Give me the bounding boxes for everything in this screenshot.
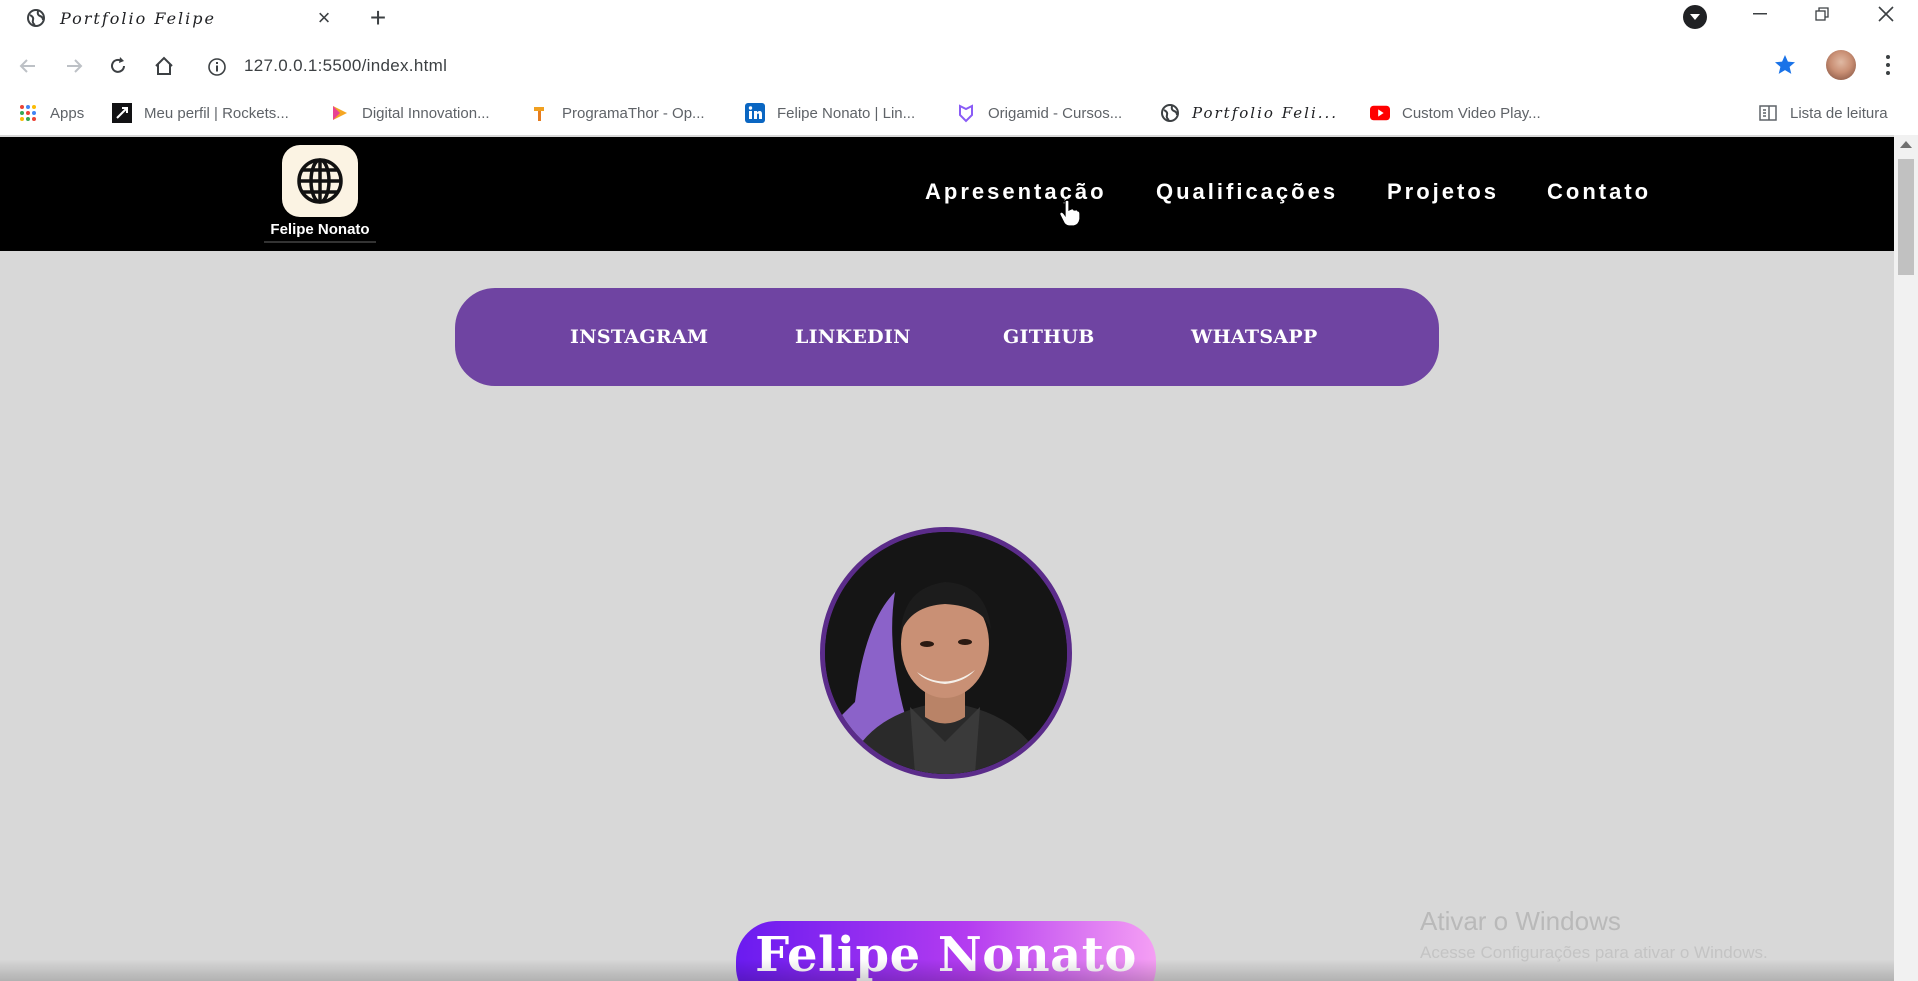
page-scrollbar[interactable]: [1894, 135, 1918, 981]
hammer-icon: [530, 103, 550, 123]
bookmark-linkedin[interactable]: Felipe Nonato | Lin...: [745, 100, 915, 126]
restore-icon[interactable]: [1798, 0, 1846, 28]
logo-underline: [264, 241, 376, 243]
bookmark-portfolio[interactable]: Portfolio Feli...: [1160, 100, 1338, 126]
site-logo[interactable]: [282, 145, 358, 217]
globe-icon: [26, 8, 46, 28]
bookmark-label: Apps: [50, 104, 85, 122]
forward-icon[interactable]: [60, 52, 88, 80]
nav-projetos[interactable]: Projetos: [1387, 179, 1499, 205]
dio-icon: [330, 103, 350, 123]
bottom-shade: [0, 959, 1894, 981]
page-viewport: Felipe Nonato Apresentação Qualificações…: [0, 135, 1918, 981]
bookmark-label: ProgramaThor - Op...: [562, 104, 705, 122]
user-avatar[interactable]: [1826, 50, 1856, 80]
tab-strip: Portfolio Felipe × +: [0, 0, 1918, 36]
origamid-icon: [956, 103, 976, 123]
linkedin-icon: [745, 103, 765, 123]
bookmark-custom-video[interactable]: Custom Video Play...: [1370, 100, 1541, 126]
bookmark-label: Digital Innovation...: [362, 104, 490, 122]
social-whatsapp-link[interactable]: WHATSAPP: [1191, 326, 1318, 348]
rocketseat-icon: [112, 103, 132, 123]
globe-icon: [297, 158, 343, 204]
windows-activation-title: Ativar o Windows: [1420, 906, 1621, 936]
bookmark-label: Origamid - Cursos...: [988, 104, 1123, 122]
bookmark-label: Meu perfil | Rockets...: [144, 104, 289, 122]
address-bar[interactable]: 127.0.0.1:5500/index.html: [206, 46, 1746, 86]
apps-grid-icon: [18, 103, 38, 123]
bookmark-label: Custom Video Play...: [1402, 104, 1541, 122]
profile-photo: [820, 527, 1072, 779]
home-icon[interactable]: [150, 52, 178, 80]
scroll-thumb[interactable]: [1898, 159, 1914, 275]
social-instagram-link[interactable]: INSTAGRAM: [570, 326, 708, 348]
bookmark-apps[interactable]: Apps: [18, 100, 84, 126]
close-tab-icon[interactable]: ×: [312, 5, 336, 30]
bookmark-rocketseat[interactable]: Meu perfil | Rockets...: [112, 100, 289, 126]
logo-name: Felipe Nonato: [270, 221, 370, 238]
bookmark-star-icon[interactable]: [1772, 52, 1798, 78]
bookmark-label: Portfolio Feli...: [1192, 104, 1339, 122]
bookmarks-bar: Apps Meu perfil | Rockets... Digital Inn…: [0, 94, 1918, 132]
browser-toolbar: 127.0.0.1:5500/index.html: [0, 36, 1918, 94]
close-window-icon[interactable]: [1862, 0, 1910, 28]
browser-tab[interactable]: Portfolio Felipe: [0, 0, 344, 36]
reading-list-icon: [1758, 103, 1778, 123]
globe-icon: [1160, 103, 1180, 123]
social-linkedin-link[interactable]: LINKEDIN: [795, 326, 911, 348]
nav-contato[interactable]: Contato: [1547, 179, 1651, 205]
reading-list-label: Lista de leitura: [1790, 104, 1888, 122]
back-icon[interactable]: [14, 52, 42, 80]
social-links-bar: INSTAGRAM LINKEDIN GITHUB WHATSAPP: [455, 288, 1439, 386]
hand-cursor-icon: [1058, 199, 1082, 227]
minimize-icon[interactable]: [1736, 0, 1784, 28]
site-info-icon[interactable]: [206, 56, 228, 78]
reload-icon[interactable]: [104, 52, 132, 80]
scroll-up-icon[interactable]: [1900, 141, 1912, 148]
bookmark-dio[interactable]: Digital Innovation...: [330, 100, 490, 126]
profile-dropdown-icon[interactable]: [1683, 5, 1707, 29]
url-text: 127.0.0.1:5500/index.html: [244, 56, 448, 75]
social-github-link[interactable]: GITHUB: [1003, 326, 1095, 348]
site-header: Felipe Nonato Apresentação Qualificações…: [0, 137, 1894, 251]
bookmark-programathor[interactable]: ProgramaThor - Op...: [530, 100, 705, 126]
reading-list[interactable]: Lista de leitura: [1758, 100, 1888, 126]
new-tab-icon[interactable]: +: [364, 2, 392, 33]
youtube-icon: [1370, 103, 1390, 123]
tab-title: Portfolio Felipe: [60, 8, 216, 28]
nav-qualificacoes[interactable]: Qualificações: [1156, 179, 1338, 205]
browser-menu-icon[interactable]: [1878, 50, 1898, 80]
bookmark-label: Felipe Nonato | Lin...: [777, 104, 916, 122]
bookmark-origamid[interactable]: Origamid - Cursos...: [956, 100, 1122, 126]
